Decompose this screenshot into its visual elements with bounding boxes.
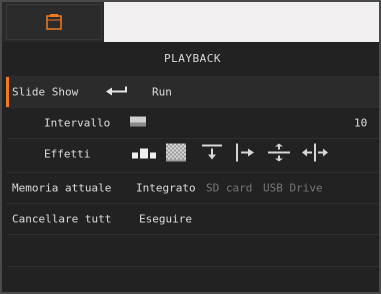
menu-label-memoria-attuale: Memoria attuale (12, 181, 112, 195)
slide-show-run-button[interactable]: Run (152, 86, 172, 99)
menu-label-slide-show: Slide Show (12, 85, 79, 99)
menu-label-effetti: Effetti (44, 147, 91, 161)
blocks-icon[interactable] (132, 147, 156, 162)
top-tab-bar (2, 2, 379, 42)
interval-value: 10 (354, 116, 368, 130)
checker-icon[interactable] (166, 143, 186, 165)
wipe-right-icon[interactable] (236, 143, 256, 165)
wipe-down-icon[interactable] (202, 144, 222, 164)
memory-option-integrato[interactable]: Integrato (136, 182, 196, 195)
menu-divider (6, 266, 379, 267)
menu-row-memoria-attuale[interactable]: Memoria attuale Integrato SD card USB Dr… (6, 172, 379, 203)
osd-menu: PLAYBACK Slide Show Run Intervallo 10 Ef… (0, 0, 381, 294)
tab-inactive-area[interactable] (104, 2, 379, 42)
menu-divider (6, 234, 379, 235)
interval-slider-handle[interactable] (130, 116, 146, 130)
delete-all-execute-button[interactable]: Eseguire (139, 213, 192, 226)
enter-icon (106, 86, 128, 99)
tab-playback[interactable] (6, 4, 102, 40)
memory-option-usb-drive[interactable]: USB Drive (263, 182, 323, 195)
menu-label-cancellare-tutt: Cancellare tutt (12, 212, 112, 226)
page-title: PLAYBACK (164, 51, 221, 65)
selection-indicator (6, 77, 9, 107)
menu-row-cancellare-tutt[interactable]: Cancellare tutt Eseguire (6, 203, 379, 234)
menu-row-effetti[interactable]: Effetti (6, 138, 379, 169)
photo-playback-icon (46, 14, 62, 30)
split-vertical-icon[interactable] (268, 143, 290, 165)
menu-label-intervallo: Intervallo (44, 116, 111, 130)
menu-row-intervallo[interactable]: Intervallo 10 (6, 107, 379, 138)
menu-row-slide-show[interactable]: Slide Show Run (6, 76, 379, 107)
memory-option-sd-card[interactable]: SD card (206, 182, 252, 195)
split-horizontal-icon[interactable] (302, 143, 328, 165)
